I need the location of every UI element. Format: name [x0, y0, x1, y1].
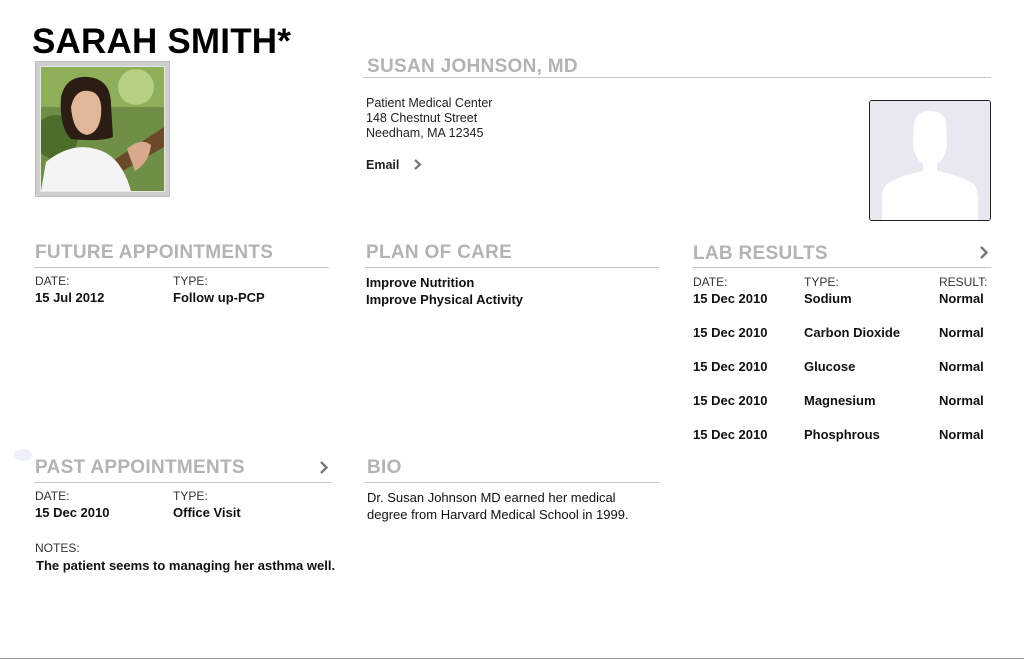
lab-result: Normal [939, 427, 984, 442]
chevron-right-icon [414, 156, 422, 172]
plan-of-care-title: PLAN OF CARE [366, 242, 513, 263]
table-row[interactable]: 15 Dec 2010 Phosphrous Normal [693, 427, 993, 443]
lab-date: 15 Dec 2010 [693, 291, 768, 306]
doctor-avatar [869, 100, 991, 221]
lab-result: Normal [939, 393, 984, 408]
lab-date: 15 Dec 2010 [693, 427, 768, 442]
past-appointments-divider [34, 482, 331, 483]
bio-text: Dr. Susan Johnson MD earned her medical … [367, 490, 629, 522]
plan-of-care-divider [365, 267, 659, 268]
lab-date: 15 Dec 2010 [693, 393, 768, 408]
future-appointment-type: Follow up-PCP [173, 290, 265, 305]
past-appointment-date: 15 Dec 2010 [35, 505, 110, 520]
background-spot [14, 449, 32, 461]
email-link[interactable]: Email [366, 156, 422, 172]
lab-results-chevron-right-icon[interactable] [980, 246, 992, 260]
doctor-name: SUSAN JOHNSON, MD [367, 56, 578, 77]
future-appointment-date: 15 Jul 2012 [35, 290, 105, 305]
lab-results-table: 15 Dec 2010 Sodium Normal 15 Dec 2010 Ca… [693, 291, 993, 451]
bottom-divider [0, 658, 1024, 659]
doctor-address-line-3: Needham, MA 12345 [366, 126, 484, 140]
lab-result-label: RESULT: [939, 275, 988, 289]
lab-result: Normal [939, 291, 984, 306]
table-row[interactable]: 15 Dec 2010 Sodium Normal [693, 291, 993, 307]
patient-photo [40, 66, 165, 192]
doctor-divider [363, 77, 991, 78]
table-row[interactable]: 15 Dec 2010 Magnesium Normal [693, 393, 993, 409]
future-date-label: DATE: [35, 274, 70, 288]
past-type-label: TYPE: [173, 489, 208, 503]
lab-date: 15 Dec 2010 [693, 359, 768, 374]
lab-type-label: TYPE: [804, 275, 839, 289]
past-appointments-chevron-right-icon[interactable] [320, 461, 332, 475]
lab-type: Glucose [804, 359, 856, 374]
doctor-address-line-1: Patient Medical Center [366, 96, 493, 110]
lab-type: Phosphrous [804, 427, 880, 442]
patient-name: SARAH SMITH* [32, 22, 292, 61]
future-type-label: TYPE: [173, 274, 208, 288]
lab-date: 15 Dec 2010 [693, 325, 768, 340]
lab-result: Normal [939, 359, 984, 374]
lab-results-title: LAB RESULTS [693, 243, 828, 264]
notes-label: NOTES: [35, 541, 80, 555]
lab-type: Sodium [804, 291, 852, 306]
lab-type: Magnesium [804, 393, 876, 408]
lab-result: Normal [939, 325, 984, 340]
email-label: Email [366, 158, 400, 172]
past-appointments-title: PAST APPOINTMENTS [35, 457, 245, 478]
doctor-address-line-2: 148 Chestnut Street [366, 111, 478, 125]
future-appointments-divider [34, 267, 329, 268]
plan-item: Improve Nutrition [366, 275, 475, 290]
patient-photo-frame [35, 61, 170, 197]
plan-item: Improve Physical Activity [366, 292, 524, 307]
future-appointments-title: FUTURE APPOINTMENTS [35, 242, 274, 263]
table-row[interactable]: 15 Dec 2010 Glucose Normal [693, 359, 993, 375]
lab-date-label: DATE: [693, 275, 728, 289]
person-silhouette-icon [870, 101, 990, 220]
appointment-notes: The patient seems to managing her asthma… [36, 558, 336, 573]
past-appointment-type: Office Visit [173, 505, 241, 520]
lab-type: Carbon Dioxide [804, 325, 901, 340]
past-date-label: DATE: [35, 489, 70, 503]
bio-title: BIO [367, 457, 402, 478]
bio-divider [365, 482, 659, 483]
table-row[interactable]: 15 Dec 2010 Carbon Dioxide Normal [693, 325, 993, 341]
lab-results-divider [692, 267, 991, 268]
